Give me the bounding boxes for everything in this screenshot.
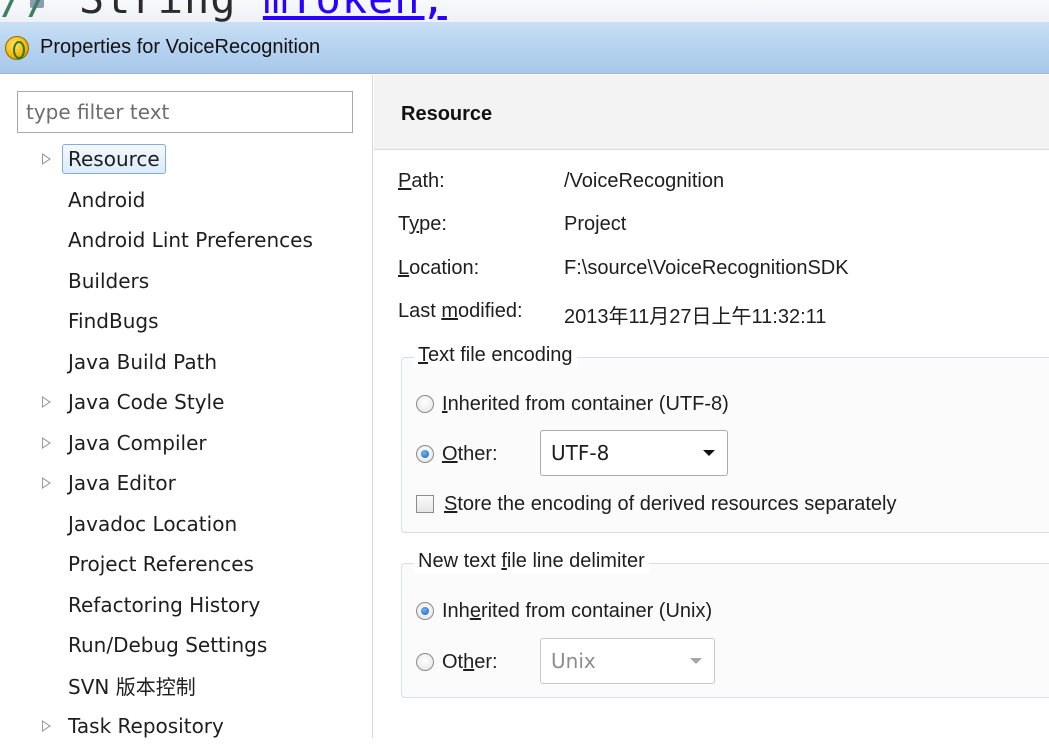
tree-item-svn[interactable]: SVN 版本控制 [0,668,373,704]
tree-item-builders[interactable]: Builders [0,263,373,299]
tree-item-java-editor[interactable]: Java Editor [0,465,373,501]
location-value: F:\source\VoiceRecognitionSDK [564,257,849,279]
tree-item-task-repository[interactable]: Task Repository [0,708,373,744]
tree-item-android[interactable]: Android [0,182,373,218]
encoding-other-option[interactable]: Other: [416,440,498,468]
tree-item-java-code-style[interactable]: Java Code Style [0,384,373,420]
code-comment: // [0,0,79,22]
background-editor-strip: // String mToken; [0,0,1049,22]
tree-item-refactoring-history[interactable]: Refactoring History [0,587,373,623]
encoding-combo[interactable]: UTF-8 [540,430,728,476]
tree-item-label: Javadoc Location [68,511,238,536]
expand-arrow-icon[interactable] [40,436,52,450]
tree-item-label: Java Editor [68,471,176,495]
android-project-icon [5,35,29,60]
tree-item-label: Run/Debug Settings [68,633,268,657]
code-text: String [79,0,263,22]
tree-item-label: Java Compiler [68,430,207,455]
path-label: Path: [398,170,445,192]
delimiter-inherited-radio[interactable] [416,602,434,620]
tree-item-java-build-path[interactable]: Java Build Path [0,344,373,380]
property-page-navigator: Resource Android Android Lint Preferences B… [0,75,373,738]
delimiter-combo-value: Unix [551,649,596,673]
chevron-down-icon [690,658,702,664]
expand-arrow-icon[interactable] [40,395,52,409]
delimiter-combo[interactable]: Unix [540,638,715,684]
line-delimiter-title: New text file line delimiter [414,550,649,573]
text-file-encoding-title: Text file encoding [414,344,577,367]
last-modified-label: Last modified: [398,300,523,322]
encoding-inherited-radio[interactable] [416,395,434,413]
type-label: Type: [398,213,447,235]
code-field: mToken; [263,0,447,22]
delimiter-other-label: Other: [442,650,498,673]
dialog-titlebar[interactable]: Properties for VoiceRecognition [0,22,1049,74]
encoding-inherited-option[interactable]: Inherited from container (UTF-8) [416,390,729,418]
location-label: Location: [398,257,480,279]
line-delimiter-group: New text file line delimiter Inherited f… [401,550,1049,698]
tree-item-label: Java Build Path [68,349,218,374]
store-derived-encoding-option[interactable]: Store the encoding of derived resources … [416,490,897,518]
editor-code-line: // String mToken; [0,0,1049,22]
tree-item-label: Resource [62,144,166,174]
path-value: /VoiceRecognition [564,170,725,192]
tree-item-label: Project References [68,552,254,576]
tree-item-label: Java Code Style [68,390,225,414]
text-file-encoding-group: Text file encoding Inherited from contai… [401,344,1049,533]
resource-property-page: Resource Path: /VoiceRecognition Type: P… [374,75,1049,738]
tree-item-project-references[interactable]: Project References [0,546,373,582]
tree-item-label: SVN 版本控制 [68,675,196,699]
encoding-combo-value: UTF-8 [551,441,610,465]
expand-arrow-icon[interactable] [40,719,52,733]
page-title: Resource [401,103,493,125]
tree-item-label: Android Lint Preferences [68,228,313,252]
tree-item-label: Builders [68,268,150,293]
delimiter-inherited-option[interactable]: Inherited from container (Unix) [416,597,712,625]
expand-arrow-icon[interactable] [40,476,52,490]
type-value: Project [564,213,627,235]
tree-item-resource[interactable]: Resource [0,141,373,177]
last-modified-value: 2013年11月27日上午11:32:11 [564,306,827,328]
encoding-other-radio[interactable] [416,445,434,463]
chevron-down-icon [703,450,715,456]
store-derived-encoding-checkbox[interactable] [416,495,434,513]
tree-item-javadoc-location[interactable]: Javadoc Location [0,506,373,542]
tree-item-label: Task Repository [68,714,224,738]
filter-input[interactable] [17,91,353,133]
delimiter-other-option[interactable]: Other: [416,648,498,676]
store-derived-encoding-label: Store the encoding of derived resources … [444,492,897,515]
tree-item-run-debug-settings[interactable]: Run/Debug Settings [0,627,373,663]
tree-item-java-compiler[interactable]: Java Compiler [0,425,373,461]
tree-item-label: FindBugs [68,309,159,333]
page-header: Resource [374,75,1049,150]
tree-item-label: Android [68,187,146,212]
delimiter-inherited-label: Inherited from container (Unix) [442,599,713,622]
expand-arrow-icon[interactable] [40,152,52,166]
delimiter-other-radio[interactable] [416,653,434,671]
encoding-inherited-label: Inherited from container (UTF-8) [442,392,729,415]
tree-item-label: Refactoring History [68,592,261,617]
dialog-title: Properties for VoiceRecognition [40,36,321,58]
tree-item-android-lint-preferences[interactable]: Android Lint Preferences [0,222,373,258]
encoding-other-label: Other: [442,442,498,465]
tree-item-findbugs[interactable]: FindBugs [0,303,373,339]
